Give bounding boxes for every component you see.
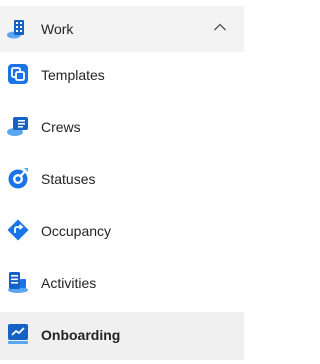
nav-item-label: Onboarding [41, 327, 121, 343]
nav-item-label: Templates [41, 67, 105, 83]
onboarding-icon [6, 322, 30, 346]
nav-group-work[interactable]: Work [0, 6, 244, 52]
nav-group-label: Work [41, 21, 74, 37]
nav-item-templates[interactable]: Templates [0, 52, 244, 100]
statuses-icon [6, 166, 30, 190]
sidebar-nav: Work Templates Crews Statuses Occupancy … [0, 0, 244, 364]
work-building-icon [6, 16, 30, 40]
nav-item-label: Statuses [41, 171, 96, 187]
occupancy-icon [6, 218, 30, 242]
nav-item-crews[interactable]: Crews [0, 104, 244, 152]
crews-icon [6, 114, 30, 138]
nav-item-label: Occupancy [41, 223, 112, 239]
nav-item-label: Crews [41, 119, 81, 135]
nav-item-activities[interactable]: Activities [0, 260, 244, 308]
nav-item-onboarding[interactable]: Onboarding [0, 312, 244, 360]
chevron-up-icon[interactable] [213, 22, 227, 32]
nav-item-label: Activities [41, 275, 97, 291]
activities-icon [6, 270, 30, 294]
templates-icon [6, 62, 30, 86]
nav-item-occupancy[interactable]: Occupancy [0, 208, 244, 256]
nav-item-statuses[interactable]: Statuses [0, 156, 244, 204]
